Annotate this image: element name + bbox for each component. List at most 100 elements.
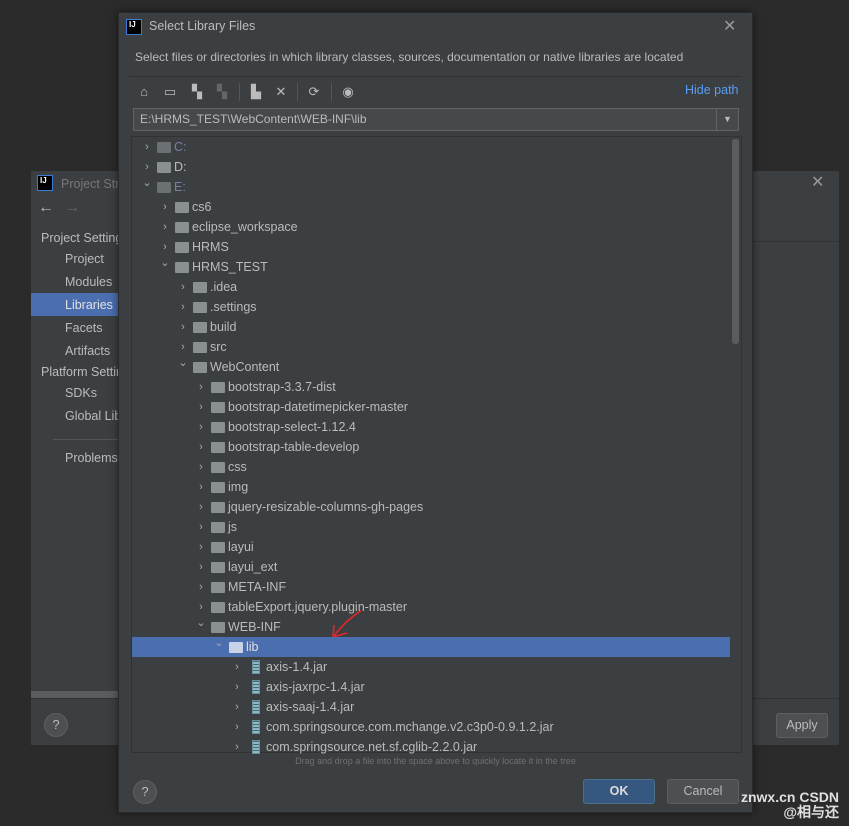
project-folder-icon[interactable]: ▚ xyxy=(188,83,206,101)
sidebar-item-libraries[interactable]: Libraries xyxy=(65,298,113,312)
chevron-right-icon[interactable]: › xyxy=(232,737,242,757)
chevron-right-icon[interactable]: › xyxy=(196,497,206,517)
sidebar-item-modules[interactable]: Modules xyxy=(65,275,112,289)
tree-row[interactable]: › axis-saaj-1.4.jar xyxy=(132,697,730,717)
drive-icon xyxy=(157,182,171,193)
tree-row-label: axis-saaj-1.4.jar xyxy=(266,700,355,714)
chevron-right-icon[interactable]: › xyxy=(196,577,206,597)
chevron-down-icon[interactable]: ⌄ xyxy=(196,613,206,633)
jar-icon xyxy=(252,660,260,674)
tree-row[interactable]: › HRMS xyxy=(132,237,730,257)
module-folder-icon[interactable]: ▚ xyxy=(213,83,231,101)
vertical-scrollbar[interactable] xyxy=(732,139,739,344)
folder-icon xyxy=(193,342,207,353)
tree-row[interactable]: › js xyxy=(132,517,730,537)
chevron-right-icon[interactable]: › xyxy=(232,717,242,737)
chevron-right-icon[interactable]: › xyxy=(232,657,242,677)
tree-row[interactable]: › bootstrap-select-1.12.4 xyxy=(132,417,730,437)
tree-row[interactable]: › D: xyxy=(132,157,730,177)
chevron-down-icon[interactable]: ⌄ xyxy=(160,253,170,273)
sidebar: Project Settings Project Modules Librari… xyxy=(31,171,153,745)
home-icon[interactable]: ⌂ xyxy=(135,83,153,101)
tree-row[interactable]: › .idea xyxy=(132,277,730,297)
apply-button[interactable]: Apply xyxy=(776,713,828,738)
tree-row[interactable]: › bootstrap-table-develop xyxy=(132,437,730,457)
chevron-right-icon[interactable]: › xyxy=(196,397,206,417)
path-input[interactable]: E:\HRMS_TEST\WebContent\WEB-INF\lib ▼ xyxy=(133,108,739,131)
sidebar-item-artifacts[interactable]: Artifacts xyxy=(65,344,110,358)
folder-icon xyxy=(211,522,225,533)
tree-row[interactable]: › eclipse_workspace xyxy=(132,217,730,237)
jar-icon xyxy=(252,680,260,694)
folder-icon xyxy=(193,322,207,333)
tree-row[interactable]: › cs6 xyxy=(132,197,730,217)
tree-row[interactable]: › bootstrap-datetimepicker-master xyxy=(132,397,730,417)
tree-row[interactable]: › com.springsource.net.sf.cglib-2.2.0.jar xyxy=(132,737,730,757)
tree-row[interactable]: › layui xyxy=(132,537,730,557)
sidebar-item-project[interactable]: Project xyxy=(65,252,104,266)
sidebar-item-facets[interactable]: Facets xyxy=(65,321,103,335)
chevron-right-icon[interactable]: › xyxy=(160,197,170,217)
tree-row[interactable]: › com.springsource.com.mchange.v2.c3p0-0.… xyxy=(132,717,730,737)
chevron-right-icon[interactable]: › xyxy=(160,217,170,237)
tree-row[interactable]: › META-INF xyxy=(132,577,730,597)
chevron-right-icon[interactable]: › xyxy=(142,137,152,157)
chevron-right-icon[interactable]: › xyxy=(196,517,206,537)
help-button[interactable]: ? xyxy=(44,713,68,737)
tree-row[interactable]: › img xyxy=(132,477,730,497)
sidebar-item-problems[interactable]: Problems xyxy=(65,451,118,465)
folder-icon xyxy=(175,202,189,213)
tree-row[interactable]: › C: xyxy=(132,137,730,157)
chevron-right-icon[interactable]: › xyxy=(196,417,206,437)
close-icon[interactable]: ✕ xyxy=(723,16,736,36)
hide-path-link[interactable]: Hide path xyxy=(685,83,739,97)
refresh-icon[interactable]: ⟳ xyxy=(305,83,323,101)
chevron-right-icon[interactable]: › xyxy=(178,277,188,297)
tree-row[interactable]: › axis-jaxrpc-1.4.jar xyxy=(132,677,730,697)
tree-row[interactable]: › jquery-resizable-columns-gh-pages xyxy=(132,497,730,517)
show-hidden-icon[interactable]: ◉ xyxy=(339,83,357,101)
chevron-right-icon[interactable]: › xyxy=(196,537,206,557)
chevron-down-icon[interactable]: ▼ xyxy=(716,109,738,130)
tree-row[interactable]: › src xyxy=(132,337,730,357)
chevron-right-icon[interactable]: › xyxy=(196,557,206,577)
chevron-down-icon[interactable]: ⌄ xyxy=(178,353,188,373)
ok-button[interactable]: OK xyxy=(583,779,655,804)
tree-row[interactable]: › css xyxy=(132,457,730,477)
chevron-right-icon[interactable]: › xyxy=(178,317,188,337)
path-value: E:\HRMS_TEST\WebContent\WEB-INF\lib xyxy=(140,112,367,126)
chevron-right-icon[interactable]: › xyxy=(196,457,206,477)
chevron-right-icon[interactable]: › xyxy=(196,377,206,397)
desktop-icon[interactable]: ▭ xyxy=(161,83,179,101)
chevron-right-icon[interactable]: › xyxy=(232,697,242,717)
tree-row[interactable]: › tableExport.jquery.plugin-master xyxy=(132,597,730,617)
tree-row[interactable]: › axis-1.4.jar xyxy=(132,657,730,677)
help-button[interactable]: ? xyxy=(133,780,157,804)
chevron-down-icon[interactable]: ⌄ xyxy=(214,633,224,653)
tree-row[interactable]: ⌄ E: xyxy=(132,177,730,197)
folder-icon xyxy=(211,562,225,573)
tree-row[interactable]: › layui_ext xyxy=(132,557,730,577)
select-library-files-dialog: IJ Select Library Files ✕ Select files o… xyxy=(118,12,753,813)
tree-row[interactable]: › build xyxy=(132,317,730,337)
sidebar-item-sdks[interactable]: SDKs xyxy=(65,386,97,400)
tree-row[interactable]: › bootstrap-3.3.7-dist xyxy=(132,377,730,397)
group-project-settings: Project Settings xyxy=(41,231,129,245)
tree-row[interactable]: › .settings xyxy=(132,297,730,317)
tree-row[interactable]: ⌄ HRMS_TEST xyxy=(132,257,730,277)
chevron-right-icon[interactable]: › xyxy=(196,437,206,457)
chevron-down-icon[interactable]: ⌄ xyxy=(142,173,152,193)
chevron-right-icon[interactable]: › xyxy=(178,297,188,317)
tree-row[interactable]: ⌄ lib xyxy=(132,637,730,657)
chevron-right-icon[interactable]: › xyxy=(232,677,242,697)
folder-icon xyxy=(211,542,225,553)
delete-icon[interactable]: ✕ xyxy=(272,83,290,101)
tree-row-label: WEB-INF xyxy=(228,620,281,634)
file-tree[interactable]: › C: › D: ⌄ E: › cs6 › eclipse_workspace › HRMS ⌄ HRM… xyxy=(131,136,742,754)
toolbar-separator xyxy=(239,83,240,101)
tree-row[interactable]: ⌄ WebContent xyxy=(132,357,730,377)
horizontal-scrollbar[interactable] xyxy=(31,691,119,698)
close-icon[interactable]: ✕ xyxy=(811,172,824,192)
chevron-right-icon[interactable]: › xyxy=(196,477,206,497)
new-folder-icon[interactable]: ▙ xyxy=(247,83,265,101)
